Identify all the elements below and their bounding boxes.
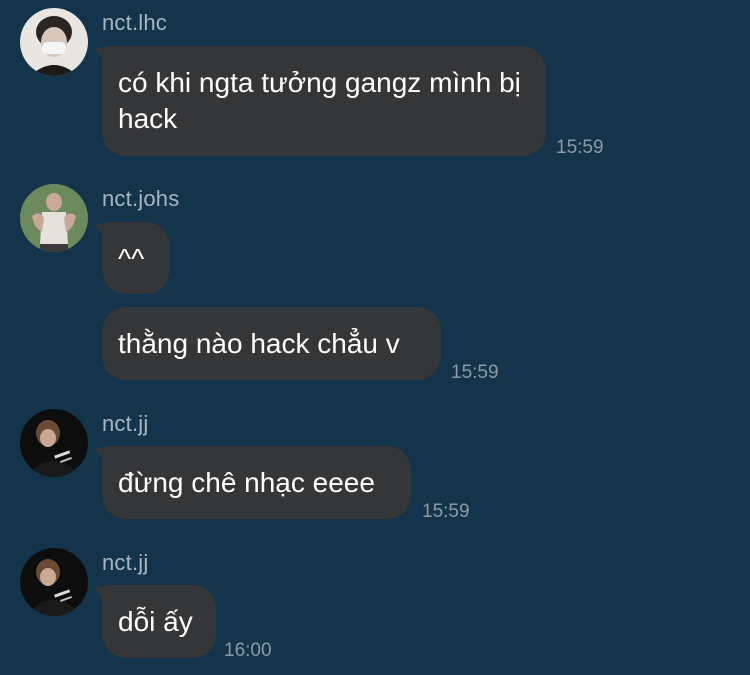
avatar-nct-jj[interactable] xyxy=(20,548,88,616)
sender-name: nct.jj xyxy=(102,411,149,436)
message-time: 15:59 xyxy=(556,137,604,158)
sender-name: nct.lhc xyxy=(102,10,167,35)
sender-name: nct.johs xyxy=(102,186,180,211)
message-bubble[interactable]: dỗi ấy xyxy=(102,585,216,658)
sender-name: nct.jj xyxy=(102,550,149,575)
message-text: dỗi ấy xyxy=(118,606,193,637)
dark-person-avatar-icon xyxy=(20,548,88,616)
message-time: 15:59 xyxy=(451,362,499,383)
avatar-nct-lhc[interactable] xyxy=(20,8,88,76)
message-time: 15:59 xyxy=(422,501,470,522)
message-text: thằng nào hack chẳu v xyxy=(118,328,400,359)
message-text: có khi ngta tưởng gangz mình bị hack xyxy=(118,67,521,134)
message-time: 16:00 xyxy=(224,640,272,661)
dark-person-avatar-icon xyxy=(20,409,88,477)
avatar-nct-johs[interactable] xyxy=(20,184,88,252)
message-bubble[interactable]: ^^ xyxy=(102,222,170,294)
avatar-nct-jj[interactable] xyxy=(20,409,88,477)
message-text: ^^ xyxy=(118,243,145,274)
message-bubble[interactable]: đừng chê nhạc eeee xyxy=(102,446,411,519)
message-text: đừng chê nhạc eeee xyxy=(118,467,375,498)
masked-person-avatar-icon xyxy=(20,8,88,76)
message-bubble[interactable]: thằng nào hack chẳu v xyxy=(102,307,441,380)
message-bubble[interactable]: có khi ngta tưởng gangz mình bị hack xyxy=(102,46,546,156)
person-in-tanktop-avatar-icon xyxy=(20,184,88,252)
